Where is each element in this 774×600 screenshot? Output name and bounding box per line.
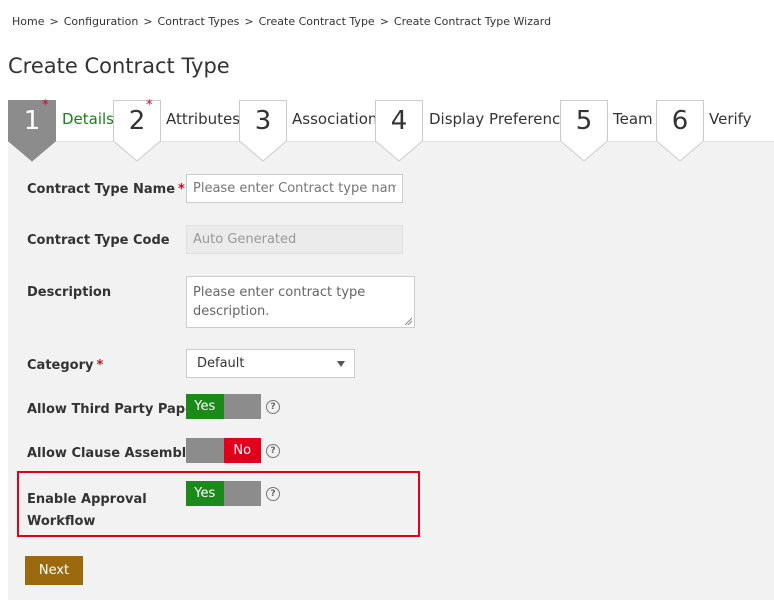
- description-textarea[interactable]: Please enter contract type description.: [186, 276, 415, 328]
- breadcrumb-separator: >: [49, 15, 59, 28]
- description-label: Description: [27, 285, 112, 300]
- next-button[interactable]: Next: [25, 556, 83, 585]
- page-title: Create Contract Type: [8, 54, 230, 78]
- breadcrumb-contract-types[interactable]: Contract Types: [158, 15, 240, 28]
- step-label: Attributes: [166, 110, 241, 128]
- breadcrumb-wizard: Create Contract Type Wizard: [393, 15, 552, 28]
- category-select[interactable]: Default: [186, 349, 355, 378]
- toggle-off-segment: [223, 481, 261, 506]
- enable-approval-workflow-label: Enable Approval Workflow: [27, 492, 147, 529]
- wizard-step-attributes[interactable]: 2 * Attributes: [113, 98, 243, 162]
- contract-type-code-field: Auto Generated: [186, 225, 403, 254]
- help-icon[interactable]: ?: [266, 400, 280, 414]
- step-label: Details: [62, 110, 115, 128]
- allow-clause-assembly-label: Allow Clause Assembly: [27, 446, 195, 461]
- step-label: Team: [613, 110, 653, 128]
- chevron-down-icon: [337, 361, 345, 367]
- description-placeholder: Please enter contract type description.: [193, 285, 366, 319]
- breadcrumb-create-contract-type[interactable]: Create Contract Type: [259, 15, 375, 28]
- step-number: 3: [254, 106, 272, 136]
- category-selected-value: Default: [197, 356, 245, 371]
- resize-grip-icon[interactable]: [404, 317, 412, 325]
- step-number: 5: [575, 106, 593, 136]
- wizard-step-association[interactable]: 3 Association: [239, 100, 379, 162]
- step-number: 6: [671, 106, 689, 136]
- wizard-step-display-preference[interactable]: 4 Display Preference: [375, 100, 569, 162]
- breadcrumb-separator: >: [143, 15, 153, 28]
- toggle-yes-segment: Yes: [186, 481, 224, 506]
- wizard-step-verify[interactable]: 6 Verify: [656, 100, 766, 162]
- toggle-yes-segment: Yes: [186, 394, 224, 419]
- toggle-off-segment: [223, 394, 261, 419]
- breadcrumb-home[interactable]: Home: [12, 15, 44, 28]
- breadcrumb: Home > Configuration > Contract Types > Create…: [12, 15, 551, 28]
- step-number: 2: [128, 106, 146, 136]
- form-panel: Contract Type Name* Contract Type Code A…: [8, 141, 774, 600]
- allow-clause-assembly-toggle[interactable]: No: [186, 438, 261, 463]
- breadcrumb-configuration[interactable]: Configuration: [64, 15, 139, 28]
- help-icon[interactable]: ?: [266, 444, 280, 458]
- wizard-step-details[interactable]: 1 * Details: [8, 98, 118, 162]
- wizard-steps: 1 * Details 2 * Attributes 3 Association…: [8, 98, 774, 162]
- category-label: Category *: [27, 358, 104, 373]
- help-icon[interactable]: ?: [266, 487, 280, 501]
- toggle-no-segment: No: [223, 438, 261, 463]
- toggle-off-segment: [186, 438, 224, 463]
- required-marker: *: [42, 98, 49, 113]
- required-marker: *: [146, 98, 153, 113]
- step-label: Association: [292, 110, 378, 128]
- allow-third-party-paper-toggle[interactable]: Yes: [186, 394, 261, 419]
- breadcrumb-separator: >: [379, 15, 389, 28]
- contract-type-name-input[interactable]: [186, 174, 403, 203]
- step-label: Verify: [709, 110, 752, 128]
- wizard-step-team[interactable]: 5 Team: [560, 100, 660, 162]
- breadcrumb-separator: >: [244, 15, 254, 28]
- step-label: Display Preference: [429, 110, 570, 128]
- contract-type-code-label: Contract Type Code: [27, 233, 170, 248]
- enable-approval-workflow-toggle[interactable]: Yes: [186, 481, 261, 506]
- step-number: 4: [390, 106, 408, 136]
- allow-third-party-paper-label: Allow Third Party Paper: [27, 402, 201, 417]
- contract-type-name-label: Contract Type Name *: [27, 182, 185, 197]
